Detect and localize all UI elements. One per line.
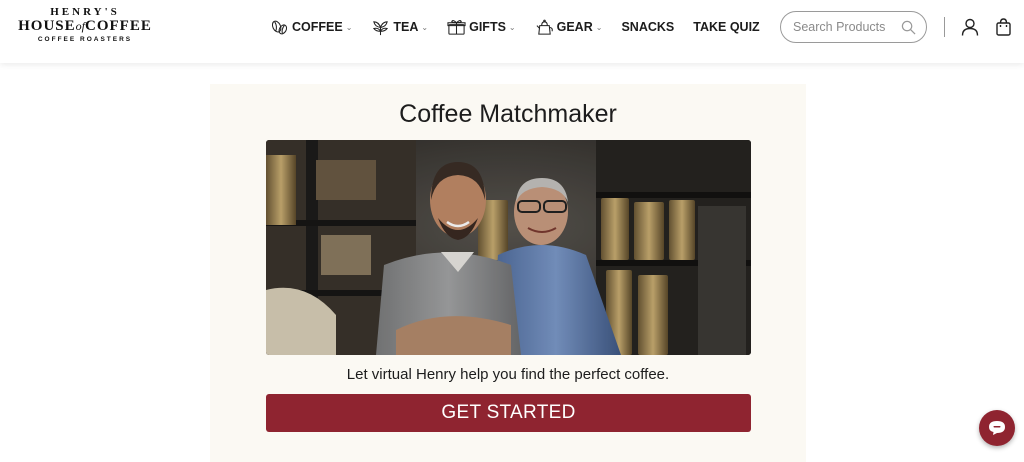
nav-label: COFFEE bbox=[292, 20, 343, 34]
chat-bubble-icon bbox=[989, 421, 1005, 435]
gift-box-icon bbox=[447, 19, 466, 35]
kettle-icon bbox=[536, 19, 553, 35]
matchmaker-card: Coffee Matchmaker Let virtual Henry help… bbox=[210, 84, 806, 462]
nav-item-gear[interactable]: GEAR ⌄ bbox=[535, 18, 603, 37]
nav-item-coffee[interactable]: COFFEE ⌄ bbox=[270, 18, 352, 37]
account-icon[interactable] bbox=[961, 18, 979, 36]
nav-label: SNACKS bbox=[621, 20, 675, 34]
page-title: Coffee Matchmaker bbox=[399, 100, 617, 128]
nav-item-take-quiz[interactable]: TAKE QUIZ bbox=[693, 20, 759, 34]
search-input[interactable] bbox=[793, 20, 893, 34]
logo-line-1: HENRY'S bbox=[50, 6, 120, 18]
nav-label: TEA bbox=[393, 20, 419, 34]
search-icon[interactable] bbox=[901, 20, 916, 35]
logo-coffee: COFFEE bbox=[85, 18, 152, 34]
shopping-bag-icon[interactable] bbox=[996, 18, 1011, 36]
search-box bbox=[780, 11, 927, 43]
hero-photo bbox=[266, 140, 751, 355]
tea-leaf-icon bbox=[373, 20, 389, 35]
get-started-button[interactable]: GET STARTED bbox=[266, 394, 751, 432]
logo-of: of bbox=[75, 19, 85, 33]
logo-tagline: COFFEE ROASTERS bbox=[37, 36, 133, 43]
nav-item-snacks[interactable]: SNACKS bbox=[621, 20, 674, 34]
nav-label: GIFTS bbox=[469, 20, 506, 34]
site-header: HENRY'S HOUSEofCOFFEE COFFEE ROASTERS CO… bbox=[0, 0, 1024, 63]
logo-line-2: HOUSEofCOFFEE bbox=[18, 18, 152, 35]
chevron-down-icon: ⌄ bbox=[345, 22, 353, 32]
header-divider bbox=[944, 17, 945, 37]
nav-label: TAKE QUIZ bbox=[693, 20, 760, 34]
main-nav: COFFEE ⌄ TEA ⌄ GIFTS ⌄ GEAR ⌄ SNACKS TAK… bbox=[270, 0, 779, 54]
chevron-down-icon: ⌄ bbox=[595, 22, 603, 32]
nav-label: GEAR bbox=[556, 20, 593, 34]
logo-house: HOUSE bbox=[18, 18, 76, 34]
coffee-beans-icon bbox=[271, 20, 288, 34]
chat-widget-button[interactable] bbox=[979, 410, 1015, 446]
chevron-down-icon: ⌄ bbox=[508, 22, 516, 32]
nav-item-gifts[interactable]: GIFTS ⌄ bbox=[447, 18, 516, 37]
matchmaker-tagline: Let virtual Henry help you find the perf… bbox=[346, 366, 670, 383]
hero-photo-illustration bbox=[266, 140, 751, 355]
brand-logo[interactable]: HENRY'S HOUSEofCOFFEE COFFEE ROASTERS bbox=[18, 6, 152, 50]
chevron-down-icon: ⌄ bbox=[421, 22, 429, 32]
nav-item-tea[interactable]: TEA ⌄ bbox=[371, 18, 428, 37]
